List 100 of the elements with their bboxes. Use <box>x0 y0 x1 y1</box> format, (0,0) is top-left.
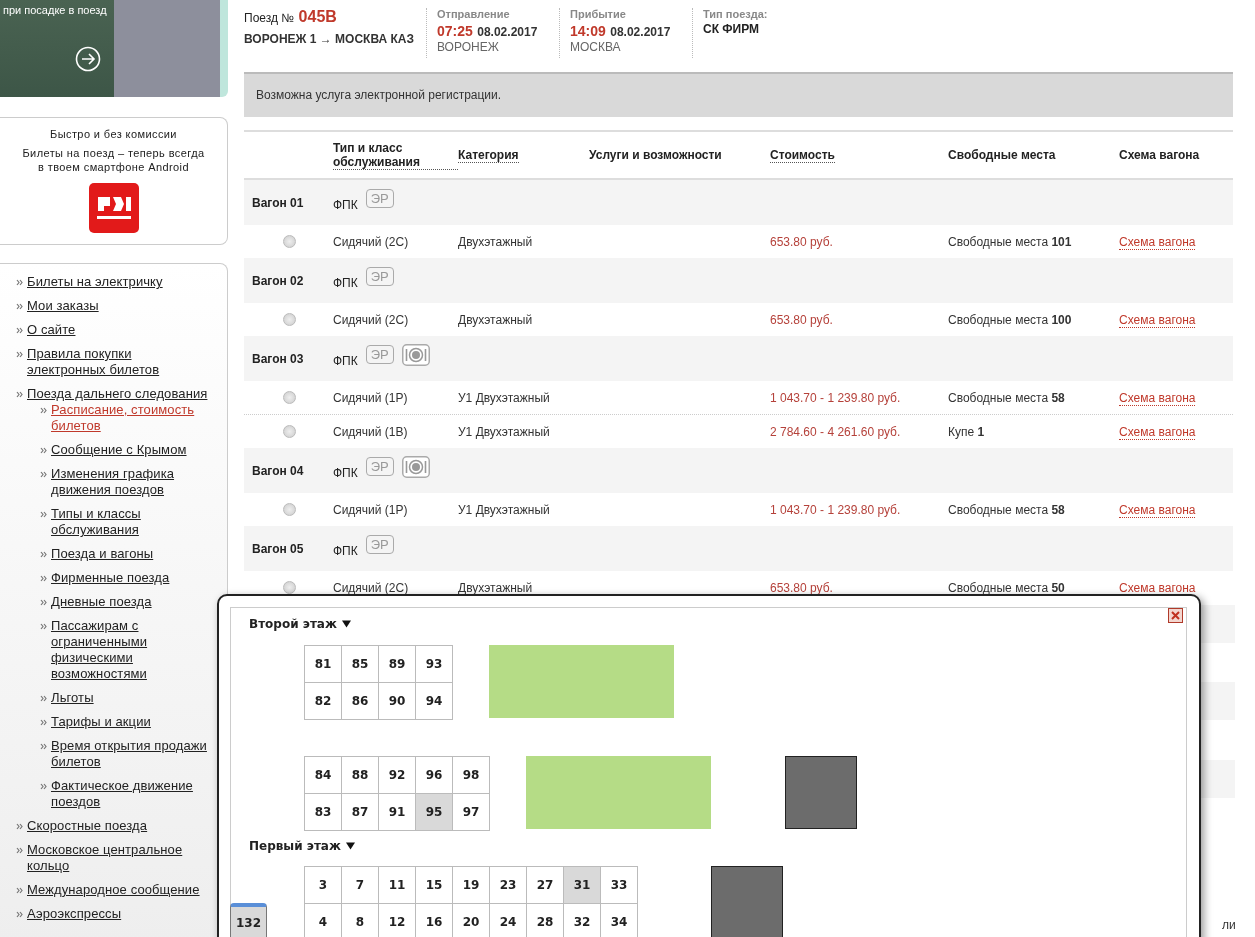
free-seats-count: 1 <box>977 424 985 439</box>
nav-link[interactable]: Фактическое движение поездов <box>51 778 213 810</box>
nav-link[interactable]: Мои заказы <box>27 298 99 314</box>
time-value: 14:09 <box>570 23 606 39</box>
nav-link[interactable]: Билеты на электричку <box>27 274 163 290</box>
nav-link[interactable]: Расписание, стоимость билетов <box>51 402 213 434</box>
time-label: Отправление <box>437 8 511 20</box>
price-cell: 2 784.60 - 4 261.60 руб. <box>770 424 901 439</box>
seat[interactable]: 97 <box>453 794 490 831</box>
nav-link[interactable]: Изменения графика движения поездов <box>51 466 213 498</box>
class-cell: Сидячий (1Р) <box>333 390 408 405</box>
radio-button[interactable] <box>283 503 296 516</box>
plate-icon <box>401 455 430 478</box>
seat[interactable]: 27 <box>527 867 564 904</box>
floor-title[interactable]: Второй этаж <box>249 617 351 631</box>
price-cell: 653.80 руб. <box>770 312 833 327</box>
free-seats-label: Свободные места <box>948 390 1049 405</box>
seat[interactable]: 90 <box>379 683 416 720</box>
chevron-icon <box>16 391 23 398</box>
nav-link[interactable]: Московское центральное кольцо <box>27 842 213 874</box>
nav-link[interactable]: Сообщение с Крымом <box>51 442 187 458</box>
category-cell: Двухэтажный <box>458 312 533 327</box>
seat[interactable]: 81 <box>305 646 342 683</box>
nav-link[interactable]: О сайте <box>27 322 76 338</box>
seat[interactable]: 83 <box>305 794 342 831</box>
wagon-label: Вагон 04 <box>252 463 304 478</box>
free-seats-count: 100 <box>1051 312 1072 327</box>
seat[interactable]: 89 <box>379 646 416 683</box>
service-badge: ЭР <box>365 267 394 286</box>
scheme-link[interactable]: Схема вагона <box>1119 424 1196 440</box>
radio-button[interactable] <box>283 425 296 438</box>
nav-link[interactable]: Поезда и вагоны <box>51 546 154 562</box>
column-header[interactable]: Стоимость <box>770 147 835 163</box>
category-cell: У1 Двухэтажный <box>458 424 550 439</box>
chevron-icon <box>16 351 23 358</box>
seat[interactable]: 86 <box>342 683 379 720</box>
nav-link[interactable]: Скоростные поезда <box>27 818 148 834</box>
category-cell: Двухэтажный <box>458 580 533 595</box>
floor-title[interactable]: Первый этаж <box>249 839 355 853</box>
radio-button[interactable] <box>283 581 296 594</box>
service-badge: ЭР <box>365 189 394 208</box>
free-seats-count: 101 <box>1051 234 1072 249</box>
category-cell: У1 Двухэтажный <box>458 502 550 517</box>
seat[interactable]: 82 <box>305 683 342 720</box>
free-seats-count: 50 <box>1051 580 1065 595</box>
seat[interactable]: 87 <box>342 794 379 831</box>
banner-background[interactable]: при посадке в поезд <box>0 0 228 97</box>
nav-link[interactable]: Пассажирам с ограниченными физическими возможностями <box>51 618 213 682</box>
seat[interactable]: 3 <box>305 867 342 904</box>
service-badge: ЭР <box>365 345 394 364</box>
chevron-icon <box>40 695 47 702</box>
chevron-icon <box>40 783 47 790</box>
price-cell: 1 043.70 - 1 239.80 руб. <box>770 502 901 517</box>
seat[interactable]: 93 <box>416 646 453 683</box>
nav-link[interactable]: Тарифы и акции <box>51 714 151 730</box>
radio-button[interactable] <box>283 235 296 248</box>
seat[interactable]: 33 <box>601 867 638 904</box>
seat[interactable]: 7 <box>342 867 379 904</box>
seat[interactable]: 96 <box>416 757 453 794</box>
chevron-icon <box>16 847 23 854</box>
seat[interactable]: 84 <box>305 757 342 794</box>
nav-link[interactable]: Правила покупки электронных билетов <box>27 346 213 378</box>
nav-link[interactable]: Типы и классы обслуживания <box>51 506 213 538</box>
nav-link[interactable]: Фирменные поезда <box>51 570 170 586</box>
nav-link[interactable]: Аэроэкспрессы <box>27 906 122 922</box>
column-header: Услуги и возможности <box>589 148 722 162</box>
seat[interactable]: 23 <box>490 867 527 904</box>
nav-link[interactable]: Льготы <box>51 690 94 706</box>
nav-link[interactable]: Международное сообщение <box>27 882 200 898</box>
radio-button[interactable] <box>283 313 296 326</box>
chevron-icon <box>40 511 47 518</box>
nav-link[interactable]: Дневные поезда <box>51 594 152 610</box>
seat[interactable]: 85 <box>342 646 379 683</box>
app-logo-icon[interactable] <box>88 183 139 233</box>
seat[interactable]: 92 <box>379 757 416 794</box>
nav-link[interactable]: Поезда дальнего следования <box>27 386 208 402</box>
scheme-link[interactable]: Схема вагона <box>1119 234 1196 250</box>
seat[interactable]: 15 <box>416 867 453 904</box>
column-header[interactable]: Тип и класс обслуживания <box>333 140 458 170</box>
seat[interactable]: 94 <box>416 683 453 720</box>
promo-card[interactable]: Быстро и без комиссии Билеты на поезд – теперь всегда в твоем смартфоне Android <box>0 117 228 245</box>
nav-link[interactable]: Время открытия продажи билетов <box>51 738 213 770</box>
seat[interactable]: 91 <box>379 794 416 831</box>
scheme-link[interactable]: Схема вагона <box>1119 502 1196 518</box>
seat[interactable]: 19 <box>453 867 490 904</box>
radio-button[interactable] <box>283 391 296 404</box>
scheme-link[interactable]: Схема вагона <box>1119 390 1196 406</box>
seat[interactable]: 98 <box>453 757 490 794</box>
seat[interactable]: 11 <box>379 867 416 904</box>
seat[interactable]: 95 <box>416 794 453 831</box>
seat[interactable]: 132 <box>230 903 267 937</box>
wagon-label: Вагон 05 <box>252 541 304 556</box>
seat[interactable]: 31 <box>564 867 601 904</box>
seat[interactable]: 88 <box>342 757 379 794</box>
wagon-label: Вагон 01 <box>252 195 304 210</box>
column-header[interactable]: Категория <box>458 147 519 163</box>
close-icon[interactable] <box>1168 608 1183 623</box>
scheme-link[interactable]: Схема вагона <box>1119 312 1196 328</box>
chevron-icon <box>16 887 23 894</box>
free-seats-label: Свободные места <box>948 502 1049 517</box>
